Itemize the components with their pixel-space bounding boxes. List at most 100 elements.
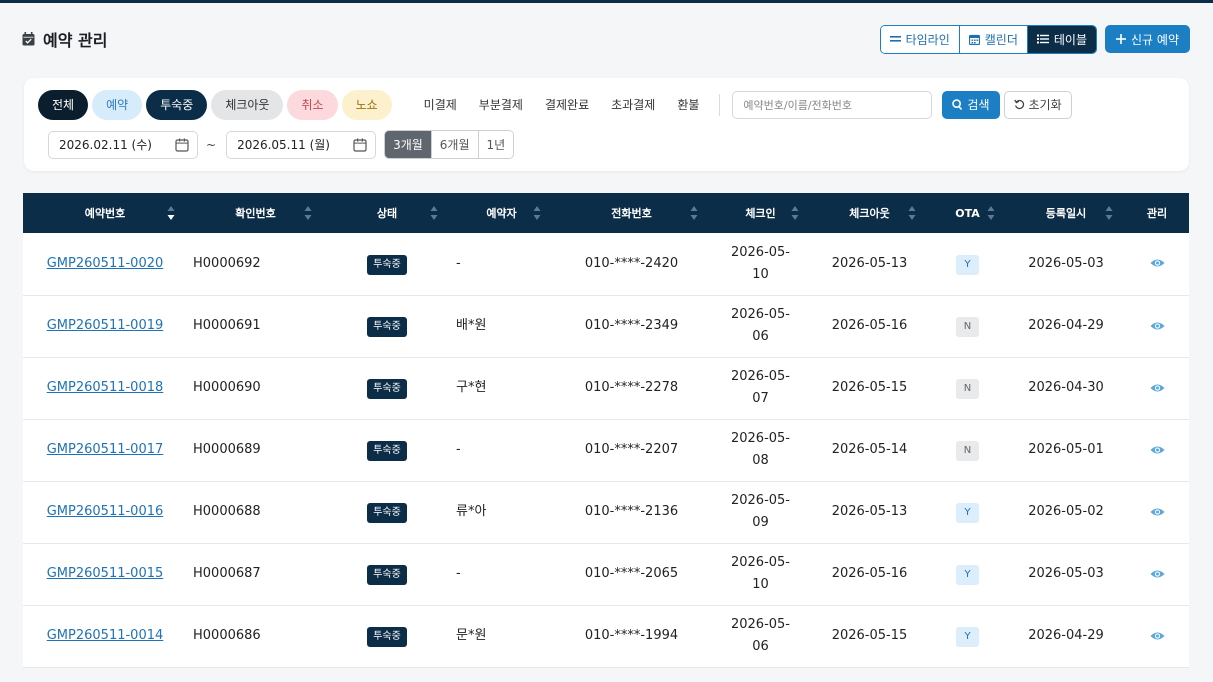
table-row[interactable]: GMP260511-0019 H0000691 투숙중 배*원 010-****-234… xyxy=(23,295,1189,357)
ota-badge: N xyxy=(956,379,979,399)
range-6-months-button[interactable]: 6개월 xyxy=(431,131,479,158)
reservation-number-link[interactable]: GMP260511-0014 xyxy=(47,628,164,643)
view-table-button[interactable]: 테이블 xyxy=(1027,25,1097,53)
status-pill-checkout[interactable]: 체크아웃 xyxy=(211,89,284,120)
column-header-registered[interactable]: 등록일시 xyxy=(1007,193,1125,233)
filter-card: 전체 예약 투숙중 체크아웃 취소 노쇼 미결제 부분결제 결제완료 초과결제 … xyxy=(24,78,1189,171)
date-from-value: 2026.02.11 (수) xyxy=(59,138,152,152)
cell-registered: 2026-05-01 xyxy=(1028,442,1104,457)
cell-checkout: 2026-05-15 xyxy=(831,380,908,395)
cell-guest: 문*원 xyxy=(456,628,487,643)
status-pill-cancelled[interactable]: 취소 xyxy=(287,89,338,120)
payment-filter-partial[interactable]: 부분결제 xyxy=(479,96,523,113)
reservation-number-link[interactable]: GMP260511-0016 xyxy=(47,504,164,519)
view-eye-icon[interactable] xyxy=(1150,569,1165,579)
table-row[interactable]: GMP260511-0014 H0000686 투숙중 문*원 010-****-199… xyxy=(23,605,1189,667)
table-row[interactable]: GMP260511-0017 H0000689 투숙중 - 010-****-2207 2… xyxy=(23,419,1189,481)
ota-badge: Y xyxy=(956,503,979,523)
column-header-label: 관리 xyxy=(1146,207,1168,220)
reservation-table: 예약번호 확인번호 상태 예약자 전화번호 체크인 체크아웃 OTA 등록일시 … xyxy=(23,193,1189,668)
checkin-date-line2: 06 xyxy=(752,639,769,654)
cell-status: 투숙중 xyxy=(324,605,450,667)
range-selector: 3개월 6개월 1년 xyxy=(384,130,515,159)
cell-guest: 류*아 xyxy=(456,504,487,519)
checkin-date-line1: 2026-05- xyxy=(730,555,790,570)
ota-badge: Y xyxy=(956,627,979,647)
status-pill-noshow[interactable]: 노쇼 xyxy=(341,89,392,120)
checkin-date-line1: 2026-05- xyxy=(730,244,790,260)
table-row[interactable]: GMP260511-0018 H0000690 투숙중 구*현 010-****-227… xyxy=(23,357,1189,419)
view-eye-icon[interactable] xyxy=(1150,631,1165,641)
reservation-number-link[interactable]: GMP260511-0018 xyxy=(47,380,164,395)
column-header-guest[interactable]: 예약자 xyxy=(450,193,553,233)
reservation-number-link[interactable]: GMP260511-0020 xyxy=(47,256,164,271)
cell-manage xyxy=(1125,233,1189,295)
checkin-date-line1: 2026-05- xyxy=(730,307,790,322)
range-3-months-button[interactable]: 3개월 xyxy=(385,131,432,158)
view-switcher-area: 타임라인 캘린더 테이블 신규 예약 xyxy=(879,24,1190,54)
cell-checkout: 2026-05-14 xyxy=(831,442,908,457)
date-from-field[interactable]: 2026.02.11 (수) xyxy=(48,130,198,159)
cell-checkin: 2026-05- 10 xyxy=(710,543,811,605)
view-eye-icon[interactable] xyxy=(1150,321,1165,331)
status-badge: 투숙중 xyxy=(367,317,407,337)
column-header-reservation-no[interactable]: 예약번호 xyxy=(23,193,187,233)
payment-filter-unpaid[interactable]: 미결제 xyxy=(424,96,457,113)
reservation-number-link[interactable]: GMP260511-0019 xyxy=(47,318,164,333)
reset-button-label: 초기화 xyxy=(1028,98,1062,112)
cell-guest: - xyxy=(456,566,461,581)
view-eye-icon[interactable] xyxy=(1150,507,1165,517)
view-eye-icon[interactable] xyxy=(1150,445,1165,455)
cell-phone: 010-****-2420 xyxy=(584,255,679,271)
range-1-year-button[interactable]: 1년 xyxy=(478,131,514,158)
reset-button[interactable]: 초기화 xyxy=(1003,90,1072,119)
checkin-date-line2: 06 xyxy=(752,329,769,344)
view-eye-icon[interactable] xyxy=(1150,258,1165,268)
checkin-date-line2: 09 xyxy=(752,515,769,530)
column-header-checkout[interactable]: 체크아웃 xyxy=(811,193,928,233)
reservation-number-link[interactable]: GMP260511-0017 xyxy=(47,442,164,457)
column-header-phone[interactable]: 전화번호 xyxy=(553,193,710,233)
table-row[interactable]: GMP260511-0020 H0000692 투숙중 - 010-****-2420 2… xyxy=(23,233,1189,295)
search-input[interactable]: 예약번호/이름/전화번호 xyxy=(732,90,933,119)
view-calendar-button[interactable]: 캘린더 xyxy=(959,25,1028,53)
status-pill-all[interactable]: 전체 xyxy=(38,89,89,120)
cell-manage xyxy=(1125,357,1189,419)
top-accent-bar xyxy=(0,0,1213,3)
column-header-label: 체크아웃 xyxy=(849,207,890,220)
view-timeline-button[interactable]: 타임라인 xyxy=(880,25,960,53)
cell-guest: - xyxy=(456,442,461,457)
cell-ota: Y xyxy=(928,233,1007,295)
cell-checkout: 2026-05-15 xyxy=(831,628,908,643)
date-to-field[interactable]: 2026.05.11 (월) xyxy=(226,130,377,159)
status-pill-reserved[interactable]: 예약 xyxy=(92,89,143,120)
cell-checkout: 2026-05-16 xyxy=(831,566,908,581)
cell-manage xyxy=(1125,295,1189,357)
calendar-icon xyxy=(353,138,367,152)
list-icon xyxy=(1036,34,1049,44)
payment-filter-refund[interactable]: 환불 xyxy=(677,96,699,113)
cell-ota: N xyxy=(928,419,1007,481)
table-row[interactable]: GMP260511-0015 H0000687 투숙중 - 010-****-2065 2… xyxy=(23,543,1189,605)
timeline-icon xyxy=(889,36,901,42)
sort-icon xyxy=(791,206,799,220)
column-header-status[interactable]: 상태 xyxy=(324,193,450,233)
view-timeline-label: 타임라인 xyxy=(905,32,950,47)
status-pill-staying[interactable]: 투숙중 xyxy=(146,89,208,120)
cell-confirm-no: H0000687 xyxy=(193,566,261,581)
search-button[interactable]: 검색 xyxy=(942,90,1000,119)
payment-filter-overpaid[interactable]: 초과결제 xyxy=(611,96,655,113)
ota-badge: N xyxy=(956,317,979,337)
column-header-ota[interactable]: OTA xyxy=(928,193,1007,233)
table-row[interactable]: GMP260511-0016 H0000688 투숙중 류*아 010-****-213… xyxy=(23,481,1189,543)
view-eye-icon[interactable] xyxy=(1150,383,1165,393)
reservation-number-link[interactable]: GMP260511-0015 xyxy=(47,566,164,581)
payment-filter-paid[interactable]: 결제완료 xyxy=(545,96,589,113)
ota-badge: N xyxy=(956,441,979,461)
cell-ota: N xyxy=(928,357,1007,419)
column-header-checkin[interactable]: 체크인 xyxy=(710,193,811,233)
column-header-label: OTA xyxy=(955,206,980,220)
column-header-confirm-no[interactable]: 확인번호 xyxy=(187,193,324,233)
cell-checkin: 2026-05- 07 xyxy=(710,357,811,419)
new-reservation-button[interactable]: 신규 예약 xyxy=(1105,25,1190,53)
